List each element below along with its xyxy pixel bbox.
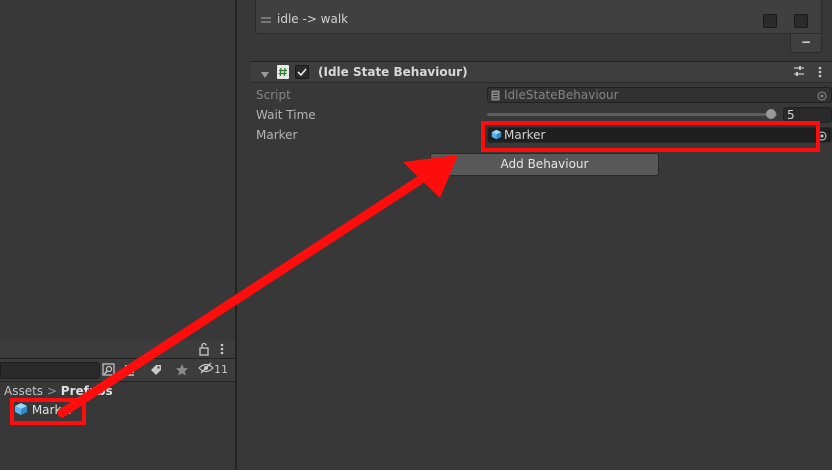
project-window-header <box>0 340 235 359</box>
lock-icon[interactable] <box>198 341 210 357</box>
highlight-box-marker-field <box>481 121 820 152</box>
panel-divider[interactable] <box>235 0 237 470</box>
script-hash-icon <box>277 65 289 79</box>
add-behaviour-button[interactable]: Add Behaviour <box>430 153 659 176</box>
scene-hierarchy-panel <box>0 0 235 340</box>
wait-time-label: Wait Time <box>256 108 316 122</box>
highlight-box-asset <box>10 398 86 425</box>
script-value: IdleStateBehaviour <box>504 88 619 102</box>
transition-mute-checkbox[interactable] <box>794 14 808 28</box>
breadcrumb: Assets > Prefabs <box>4 383 113 399</box>
hidden-eye-icon <box>198 362 214 376</box>
kebab-menu-icon[interactable] <box>217 342 227 356</box>
project-search-input[interactable] <box>0 362 100 379</box>
breadcrumb-root[interactable]: Assets <box>4 384 43 398</box>
marker-label: Marker <box>256 128 298 142</box>
search-by-type-icon[interactable] <box>98 361 120 379</box>
component-menu-icon[interactable] <box>816 65 824 82</box>
star-icon[interactable] <box>171 361 193 379</box>
hidden-packages-toggle[interactable]: 11 <box>198 361 228 379</box>
object-picker-icon <box>817 90 827 104</box>
script-file-icon <box>491 90 500 104</box>
script-label: Script <box>256 88 291 102</box>
slider-track <box>487 113 777 116</box>
component-title: (Idle State Behaviour) <box>318 65 468 79</box>
drag-handle-icon[interactable] <box>261 13 271 23</box>
tag-icon[interactable] <box>145 361 167 379</box>
script-field: IdleStateBehaviour <box>487 87 832 103</box>
component-enabled-checkbox[interactable] <box>295 65 309 79</box>
transitions-list: idle -> walk <box>255 0 822 34</box>
hidden-count: 11 <box>214 363 228 376</box>
transition-label[interactable]: idle -> walk <box>277 12 348 26</box>
breadcrumb-current[interactable]: Prefabs <box>61 384 113 398</box>
transition-solo-checkbox[interactable] <box>763 14 777 28</box>
filter-icon[interactable] <box>120 361 142 379</box>
component-header[interactable]: (Idle State Behaviour) <box>250 62 832 83</box>
preset-icon[interactable] <box>793 65 805 80</box>
wait-time-slider[interactable] <box>487 108 777 122</box>
slider-thumb[interactable] <box>766 109 777 119</box>
wait-time-value: 5 <box>787 108 795 122</box>
remove-transition-button[interactable]: − <box>790 34 822 53</box>
breadcrumb-separator: > <box>46 384 57 398</box>
foldout-arrow-icon[interactable] <box>260 68 270 82</box>
